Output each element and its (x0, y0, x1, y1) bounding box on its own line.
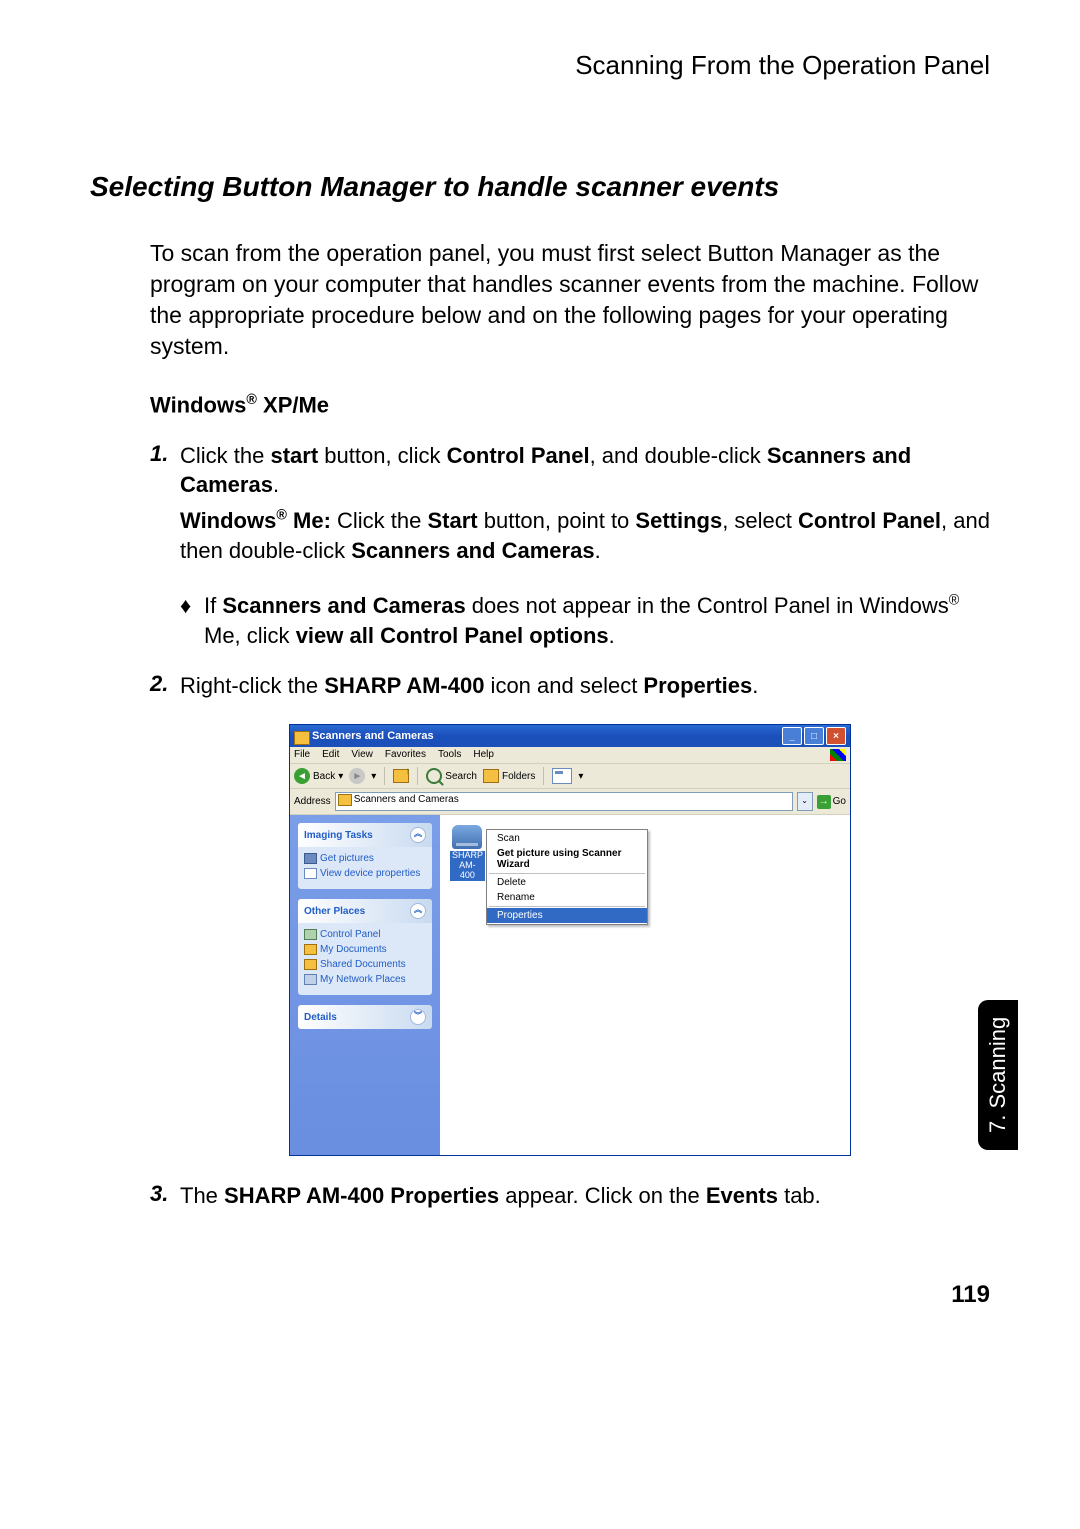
address-label: Address (294, 796, 331, 807)
window-title: Scanners and Cameras (294, 730, 782, 742)
sidebar-item-my-documents[interactable]: My Documents (304, 942, 426, 957)
windows-flag-icon (830, 749, 846, 761)
menu-view[interactable]: View (351, 749, 373, 761)
side-box-imaging: Imaging Tasks ︽ Get pictures View device… (298, 823, 432, 889)
search-button[interactable]: Search (426, 768, 477, 784)
xp-menubar: File Edit View Favorites Tools Help (290, 747, 850, 763)
menu-help[interactable]: Help (473, 749, 494, 761)
close-button[interactable]: × (826, 727, 846, 745)
views-dropdown[interactable]: ▾ (578, 771, 583, 782)
forward-button[interactable]: ► (349, 768, 365, 784)
section-title: Selecting Button Manager to handle scann… (90, 171, 990, 203)
context-scan[interactable]: Scan (487, 831, 647, 846)
xp-titlebar: Scanners and Cameras _ □ × (290, 725, 850, 747)
back-button[interactable]: ◄ Back ▾ (294, 768, 343, 784)
address-input[interactable]: Scanners and Cameras (335, 792, 793, 811)
step-2: 2. Right-click the SHARP AM-400 icon and… (150, 671, 990, 707)
step-number: 2. (150, 671, 180, 707)
forward-dropdown[interactable]: ▾ (371, 771, 376, 782)
go-arrow-icon: → (817, 795, 831, 809)
side-header-details: Details (304, 1012, 337, 1023)
context-delete[interactable]: Delete (487, 875, 647, 890)
address-dropdown[interactable]: ⌄ (797, 792, 813, 811)
page-number: 119 (951, 1281, 990, 1309)
scanner-icon (452, 825, 482, 849)
menu-file[interactable]: File (294, 749, 310, 761)
step-number: 3. (150, 1181, 180, 1217)
sidebar-item-view-properties[interactable]: View device properties (304, 866, 426, 881)
back-arrow-icon: ◄ (294, 768, 310, 784)
context-get-picture[interactable]: Get picture using Scanner Wizard (487, 846, 647, 872)
collapse-button[interactable]: ︽ (410, 903, 426, 919)
menu-tools[interactable]: Tools (438, 749, 461, 761)
collapse-button[interactable]: ︽ (410, 827, 426, 843)
step-number: 1. (150, 441, 180, 572)
side-header-imaging: Imaging Tasks (304, 830, 373, 841)
xp-addressbar: Address Scanners and Cameras ⌄ → Go (290, 789, 850, 815)
folders-button[interactable]: Folders (483, 769, 535, 783)
go-button[interactable]: → Go (817, 795, 846, 809)
side-tab: 7. Scanning (978, 1000, 1018, 1150)
context-rename[interactable]: Rename (487, 890, 647, 905)
sub-bullet: ♦ If Scanners and Cameras does not appea… (180, 591, 990, 650)
up-button[interactable] (393, 769, 409, 783)
intro-paragraph: To scan from the operation panel, you mu… (150, 238, 990, 362)
views-button[interactable] (552, 768, 572, 784)
menu-edit[interactable]: Edit (322, 749, 339, 761)
folders-icon (483, 769, 499, 783)
xp-sidepane: Imaging Tasks ︽ Get pictures View device… (290, 815, 440, 1155)
sidebar-item-get-pictures[interactable]: Get pictures (304, 851, 426, 866)
xp-content: SHARP AM-400 Scan Get picture using Scan… (440, 815, 850, 1155)
expand-button[interactable]: ︾ (410, 1009, 426, 1025)
xp-toolbar: ◄ Back ▾ ► ▾ Search Folders (290, 763, 850, 789)
sidebar-item-shared-documents[interactable]: Shared Documents (304, 957, 426, 972)
context-properties[interactable]: Properties (487, 908, 647, 923)
os-heading: Windows® XP/Me (150, 392, 990, 418)
step-3: 3. The SHARP AM-400 Properties appear. C… (150, 1181, 990, 1217)
side-header-places: Other Places (304, 906, 365, 917)
side-box-details: Details ︾ (298, 1005, 432, 1029)
device-icon-sharp-am400[interactable]: SHARP AM-400 (450, 825, 484, 881)
xp-window: Scanners and Cameras _ □ × File Edit Vie… (289, 724, 851, 1156)
sidebar-item-control-panel[interactable]: Control Panel (304, 927, 426, 942)
header-topic: Scanning From the Operation Panel (90, 50, 990, 81)
step-1: 1. Click the start button, click Control… (150, 441, 990, 572)
menu-favorites[interactable]: Favorites (385, 749, 426, 761)
diamond-icon: ♦ (180, 591, 204, 650)
sidebar-item-network-places[interactable]: My Network Places (304, 972, 426, 987)
maximize-button[interactable]: □ (804, 727, 824, 745)
side-box-places: Other Places ︽ Control Panel My Document… (298, 899, 432, 995)
context-menu: Scan Get picture using Scanner Wizard De… (486, 829, 648, 925)
minimize-button[interactable]: _ (782, 727, 802, 745)
search-icon (426, 768, 442, 784)
